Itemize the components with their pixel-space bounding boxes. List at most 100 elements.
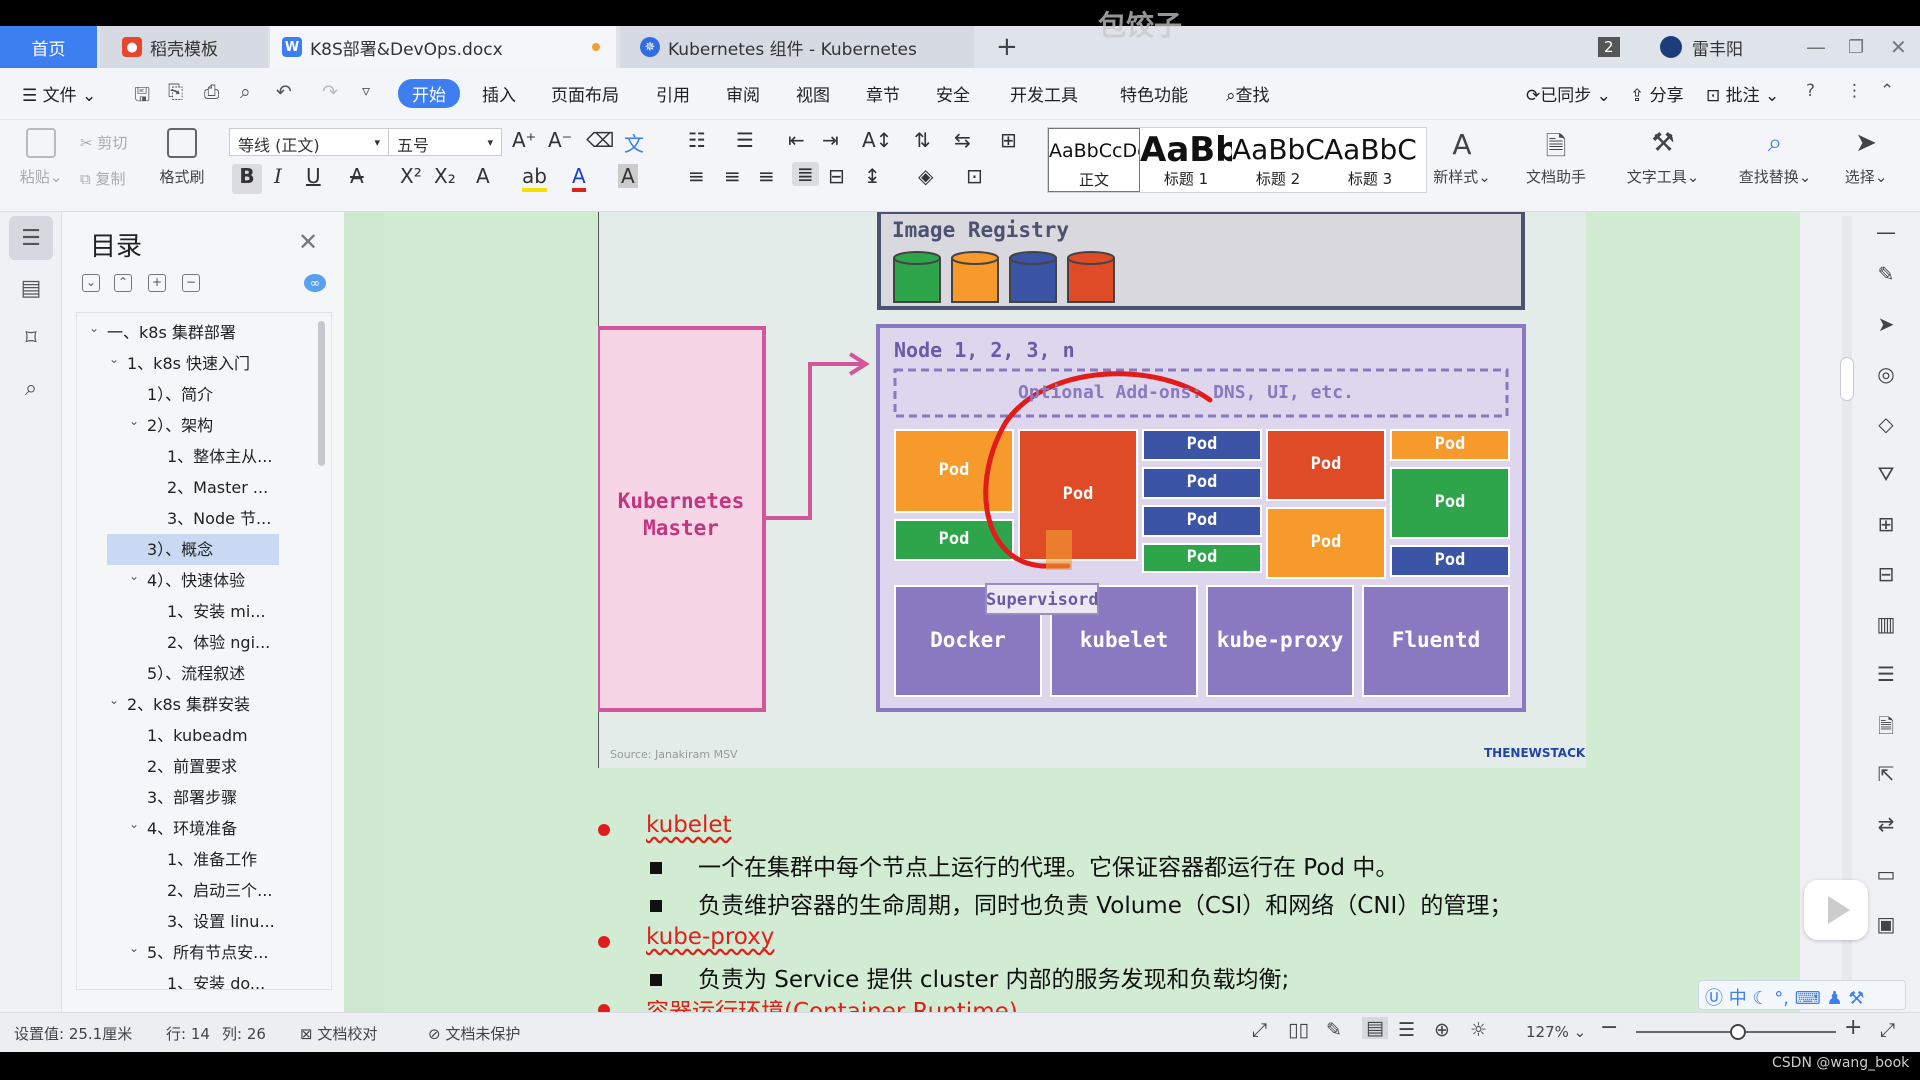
new-tab-icon[interactable]: + (996, 26, 1018, 68)
menu-view[interactable]: 视图 (796, 81, 830, 106)
toc-item[interactable]: 4）、快速体验 (147, 565, 245, 596)
print-icon[interactable]: ⎙ (204, 81, 219, 103)
customize-icon[interactable]: ▿ (362, 81, 370, 100)
shapes-icon[interactable]: ◇ (1872, 412, 1900, 440)
kubeproxy-line-1[interactable]: 负责为 Service 提供 cluster 内部的服务发现和负载均衡; (698, 960, 1289, 994)
font-size-select[interactable]: 五号 ▾ (388, 128, 502, 156)
toc-item[interactable]: 1、kubeadm (147, 720, 248, 751)
toc-item[interactable]: 1、安装 mi... (167, 596, 266, 627)
toc-item[interactable]: 2）、架构 (147, 410, 213, 441)
restore-icon[interactable]: ❐ (1848, 26, 1864, 68)
web-view-icon[interactable]: ⊕ (1434, 1019, 1450, 1041)
location-icon[interactable]: ◎ (1872, 362, 1900, 390)
superscript-button[interactable]: X² (400, 164, 422, 188)
format-painter-button[interactable]: 格式刷 (152, 128, 212, 187)
text-tools-button[interactable]: ⚒ 文字工具⌄ (1618, 128, 1708, 187)
read-mode-icon[interactable]: ▯▯ (1288, 1019, 1309, 1041)
help-icon[interactable]: ? (1806, 81, 1815, 101)
italic-button[interactable]: I (274, 164, 282, 188)
zoom-select[interactable]: 127% ⌄ (1526, 1023, 1586, 1041)
chart-icon[interactable]: ▥ (1872, 612, 1900, 640)
menu-devtools[interactable]: 开发工具 (1010, 81, 1078, 106)
text-effect-button[interactable]: A (476, 164, 490, 188)
tab-home[interactable]: 首页 (0, 26, 97, 68)
edit-icon[interactable]: ✎ (1872, 262, 1900, 290)
close-icon[interactable]: ✕ (298, 228, 318, 256)
zoom-slider-handle[interactable] (1730, 1024, 1746, 1040)
chevron-down-icon[interactable]: ⌄ (109, 352, 119, 366)
menu-security[interactable]: 安全 (936, 81, 970, 106)
align-left-icon[interactable]: ≡ (688, 164, 705, 188)
collapse-all-icon[interactable]: ⌄ (82, 274, 100, 292)
tab-template[interactable]: ● 稻壳模板 (100, 26, 268, 68)
scroll-thumb[interactable] (1840, 357, 1854, 401)
redo-icon[interactable]: ↷ (322, 81, 338, 103)
menu-search[interactable]: ⌕查找 (1226, 81, 1270, 106)
justify-icon[interactable]: ≣ (792, 162, 819, 186)
print-preview-icon[interactable]: ⌕ (240, 81, 251, 103)
pointer-icon[interactable]: ➤ (1872, 312, 1900, 340)
subscript-button[interactable]: X₂ (434, 164, 456, 188)
toc-scrollbar[interactable] (318, 321, 325, 466)
translate-icon[interactable]: ⇄ (1872, 812, 1900, 840)
toc-item[interactable]: 5、所有节点安... (147, 937, 268, 968)
protect-status-button[interactable]: ⊘ 文档未保护 (428, 1023, 520, 1044)
comment-button[interactable]: ⊡ 批注 ⌄ (1706, 81, 1779, 106)
remove-heading-icon[interactable]: − (182, 274, 200, 292)
toc-item[interactable]: 1、安装 do... (167, 968, 265, 989)
tab-document[interactable]: W K8S部署&DevOps.docx (270, 26, 616, 68)
close-window-icon[interactable]: ✕ (1890, 26, 1907, 68)
more-icon[interactable]: ⋮ (1846, 81, 1863, 101)
share-button[interactable]: ⇪ 分享 (1630, 81, 1684, 106)
menu-start[interactable]: 开始 (398, 79, 460, 108)
toc-item[interactable]: 2、Master ... (167, 472, 268, 503)
tab-browser[interactable]: ✵ Kubernetes 组件 - Kubernetes (620, 26, 974, 68)
char-shading-button[interactable]: A (618, 164, 638, 188)
archive-icon[interactable]: ▭ (1872, 862, 1900, 890)
add-heading-icon[interactable]: + (148, 274, 166, 292)
style-heading-3[interactable]: AaBbC 标题 3 (1324, 128, 1416, 192)
toc-item[interactable]: 4、环境准备 (147, 813, 237, 844)
kubelet-line-2[interactable]: 负责维护容器的生命周期，同时也负责 Volume（CSI）和网络（CNI）的管理… (698, 886, 1512, 920)
user-account[interactable]: 雷丰阳 (1660, 26, 1743, 68)
chevron-down-icon[interactable]: ⌄ (89, 321, 99, 335)
export-icon[interactable]: ⎘ (168, 81, 183, 103)
menu-reference[interactable]: 引用 (656, 81, 690, 106)
table-tool-icon[interactable]: ⊞ (1872, 512, 1900, 540)
proofread-button[interactable]: ⊠ 文档校对 (300, 1023, 377, 1044)
shrink-font-icon[interactable]: A⁻ (548, 128, 572, 152)
zoom-in-icon[interactable]: + (1844, 1015, 1862, 1040)
decrease-indent-icon[interactable]: ⇤ (788, 128, 805, 152)
chevron-down-icon[interactable]: ⌄ (129, 941, 139, 955)
find-replace-button[interactable]: ⌕ 查找替换⌄ (1730, 128, 1820, 187)
kubeproxy-heading[interactable]: kube-proxy (646, 924, 774, 950)
font-family-select[interactable]: 等线 (正文) ▾ (229, 128, 389, 156)
menu-chapter[interactable]: 章节 (866, 81, 900, 106)
menu-insert[interactable]: 插入 (482, 81, 516, 106)
image-icon[interactable]: ▣ (1872, 912, 1900, 940)
expand-up-icon[interactable]: ⌃ (114, 274, 132, 292)
chevron-down-icon[interactable]: ⌄ (129, 414, 139, 428)
table-icon[interactable]: ⊞ (1000, 128, 1017, 152)
chevron-down-icon[interactable]: ⌄ (129, 569, 139, 583)
underline-button[interactable]: U (306, 164, 321, 188)
video-play-button[interactable] (1804, 880, 1868, 940)
menu-file[interactable]: ☰ 文件 ⌄ (22, 81, 96, 106)
distribute-icon[interactable]: ⊟ (828, 164, 845, 188)
ai-toc-icon[interactable]: ∞ (304, 274, 326, 292)
stamp-icon[interactable]: ⛛ (1872, 462, 1900, 490)
clear-format-icon[interactable]: ⌫ (586, 128, 614, 152)
borders-icon[interactable]: ⊡ (966, 164, 983, 188)
undo-icon[interactable]: ↶ (276, 81, 292, 103)
synced-button[interactable]: ⟳已同步 ⌄ (1526, 81, 1611, 106)
toc-item[interactable]: 3、设置 linu... (167, 906, 275, 937)
toc-item[interactable]: 1）、简介 (147, 379, 213, 410)
toc-item[interactable]: 3、部署步骤 (147, 782, 237, 813)
page-panel-icon[interactable]: ▤ (9, 266, 53, 310)
collapse-toolbar-icon[interactable]: — (1872, 220, 1900, 248)
line-spacing-icon[interactable]: ↨ (864, 164, 881, 188)
align-center-icon[interactable]: ≡ (724, 164, 741, 188)
sort-icon[interactable]: ⇅ (914, 128, 931, 152)
align-right-icon[interactable]: ≡ (758, 164, 775, 188)
bold-button[interactable]: B (232, 164, 262, 194)
